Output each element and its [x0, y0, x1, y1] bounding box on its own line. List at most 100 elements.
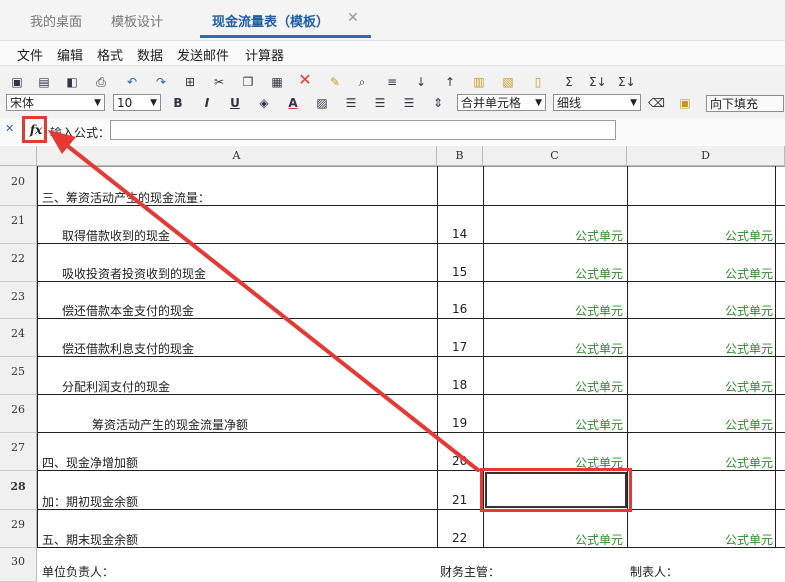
column-header-c[interactable]: C: [483, 146, 627, 166]
cell-a[interactable]: 三、筹资活动产生的现金流量：: [42, 189, 210, 206]
cell-a[interactable]: 加：期初现金余额: [42, 493, 138, 510]
sum-down-icon[interactable]: Σ↓: [589, 74, 607, 90]
cell-b[interactable]: 16: [452, 302, 467, 316]
row-header[interactable]: 30: [0, 548, 37, 582]
cell-a[interactable]: 吸收投资者投资收到的现金: [62, 265, 206, 282]
row-header[interactable]: 25: [0, 357, 37, 395]
cancel-icon[interactable]: ✕: [5, 122, 14, 135]
tab-cashflow-template[interactable]: 现金流量表（模板）: [212, 11, 329, 30]
border-icon[interactable]: ▨: [314, 95, 330, 111]
cell-a[interactable]: 取得借款收到的现金: [62, 227, 170, 244]
footer-finance-manager[interactable]: 财务主管：: [440, 563, 500, 580]
cell-b[interactable]: 22: [452, 531, 467, 545]
sort-asc-icon[interactable]: ↓: [413, 74, 429, 90]
cell-c[interactable]: 公式单元: [575, 227, 623, 244]
menu-data[interactable]: 数据: [137, 45, 163, 64]
redo-icon[interactable]: ↷: [153, 74, 169, 90]
row-header[interactable]: 23: [0, 282, 37, 319]
format-brush-icon[interactable]: ✎: [327, 74, 343, 90]
footer-unit-leader[interactable]: 单位负责人：: [42, 563, 114, 580]
cell-b[interactable]: 14: [452, 227, 467, 241]
row-header[interactable]: 21: [0, 206, 37, 244]
row-header[interactable]: 26: [0, 395, 37, 433]
print-icon[interactable]: ⎙: [93, 74, 109, 90]
menu-edit[interactable]: 编辑: [57, 45, 83, 64]
row-header[interactable]: 29: [0, 510, 37, 548]
cell-b[interactable]: 19: [452, 416, 467, 430]
row-header[interactable]: 22: [0, 244, 37, 282]
bold-button[interactable]: B: [170, 95, 186, 111]
menu-file[interactable]: 文件: [17, 45, 43, 64]
cell-b[interactable]: 21: [452, 493, 467, 507]
menu-format[interactable]: 格式: [97, 45, 123, 64]
row-header[interactable]: 28: [0, 471, 37, 510]
paste-icon[interactable]: ▦: [269, 74, 285, 90]
font-color-button[interactable]: A: [285, 95, 301, 111]
menu-send-email[interactable]: 发送邮件: [177, 45, 229, 64]
font-size-select[interactable]: 10 ▼: [113, 94, 161, 111]
column-header-b[interactable]: B: [437, 146, 483, 166]
cell-b[interactable]: 18: [452, 378, 467, 392]
insert-icon[interactable]: ▥: [471, 74, 487, 90]
cell-a[interactable]: 筹资活动产生的现金流量净额: [92, 416, 248, 433]
formula-input[interactable]: [110, 120, 616, 140]
settings-icon[interactable]: ▣: [677, 95, 693, 111]
cell-b[interactable]: 15: [452, 265, 467, 279]
cell-c[interactable]: 公式单元: [575, 378, 623, 395]
cell-b[interactable]: 17: [452, 340, 467, 354]
fill-direction-button[interactable]: 向下填充: [706, 95, 784, 112]
row-header[interactable]: 24: [0, 319, 37, 357]
font-name-select[interactable]: 宋体 ▼: [6, 94, 105, 111]
sort-desc-icon[interactable]: ↑: [442, 74, 458, 90]
cut-icon[interactable]: ✂: [211, 74, 227, 90]
corner-select-all[interactable]: [0, 146, 37, 166]
underline-button[interactable]: U: [227, 95, 243, 111]
undo-icon[interactable]: ↶: [124, 74, 140, 90]
row-header[interactable]: 20: [0, 166, 37, 206]
cell-d[interactable]: 公式单元: [725, 378, 773, 395]
cell-c[interactable]: 公式单元: [575, 340, 623, 357]
eraser-icon[interactable]: ⌫: [648, 95, 665, 111]
tab-template-design[interactable]: 模板设计: [111, 11, 163, 30]
cell-d[interactable]: 公式单元: [725, 302, 773, 319]
insert-paste-icon[interactable]: ▧: [500, 74, 516, 90]
row-header[interactable]: 27: [0, 433, 37, 471]
cell-d[interactable]: 公式单元: [725, 531, 773, 548]
copy-icon[interactable]: ❐: [240, 74, 256, 90]
border-style-select[interactable]: 细线 ▼: [553, 94, 641, 111]
column-header-a[interactable]: A: [37, 146, 437, 166]
save-as-icon[interactable]: ▤: [36, 74, 52, 90]
preview-icon[interactable]: ◧: [64, 74, 80, 90]
cell-c[interactable]: 公式单元: [575, 302, 623, 319]
cell-c[interactable]: 公式单元: [575, 531, 623, 548]
sum-icon[interactable]: Σ: [561, 74, 577, 90]
cell-d[interactable]: 公式单元: [725, 416, 773, 433]
align-right-icon[interactable]: ☰: [401, 95, 417, 111]
cell-a[interactable]: 偿还借款利息支付的现金: [62, 340, 194, 357]
cell-d[interactable]: 公式单元: [725, 265, 773, 282]
cell-a[interactable]: 偿还借款本金支付的现金: [62, 302, 194, 319]
cell-c[interactable]: 公式单元: [575, 265, 623, 282]
cell-d[interactable]: 公式单元: [725, 454, 773, 471]
cell-d[interactable]: 公式单元: [725, 340, 773, 357]
vertical-align-icon[interactable]: ⇕: [430, 95, 446, 111]
document-icon[interactable]: ▯: [530, 74, 546, 90]
italic-button[interactable]: I: [199, 95, 215, 111]
cell-c[interactable]: 公式单元: [575, 416, 623, 433]
find-icon[interactable]: ⌕: [354, 74, 370, 90]
cell-d[interactable]: 公式单元: [725, 227, 773, 244]
close-icon[interactable]: ✕: [347, 10, 359, 26]
merge-cells-select[interactable]: 合并单元格 ▼: [457, 94, 546, 111]
save-icon[interactable]: ▣: [9, 74, 25, 90]
delete-icon[interactable]: ✕: [297, 72, 313, 88]
fill-color-icon[interactable]: ◈: [256, 95, 272, 111]
cell-a[interactable]: 分配利润支付的现金: [62, 378, 170, 395]
sum-right-icon[interactable]: Σ↓: [618, 74, 636, 90]
cell-b[interactable]: 20: [452, 454, 467, 468]
select-all-icon[interactable]: ⊞: [182, 74, 198, 90]
menu-calculator[interactable]: 计算器: [245, 45, 284, 64]
tab-my-desktop[interactable]: 我的桌面: [30, 11, 82, 30]
align-left-icon[interactable]: ☰: [343, 95, 359, 111]
cell-a[interactable]: 五、期末现金余额: [42, 531, 138, 548]
cell-a[interactable]: 四、现金净增加额: [42, 454, 138, 471]
